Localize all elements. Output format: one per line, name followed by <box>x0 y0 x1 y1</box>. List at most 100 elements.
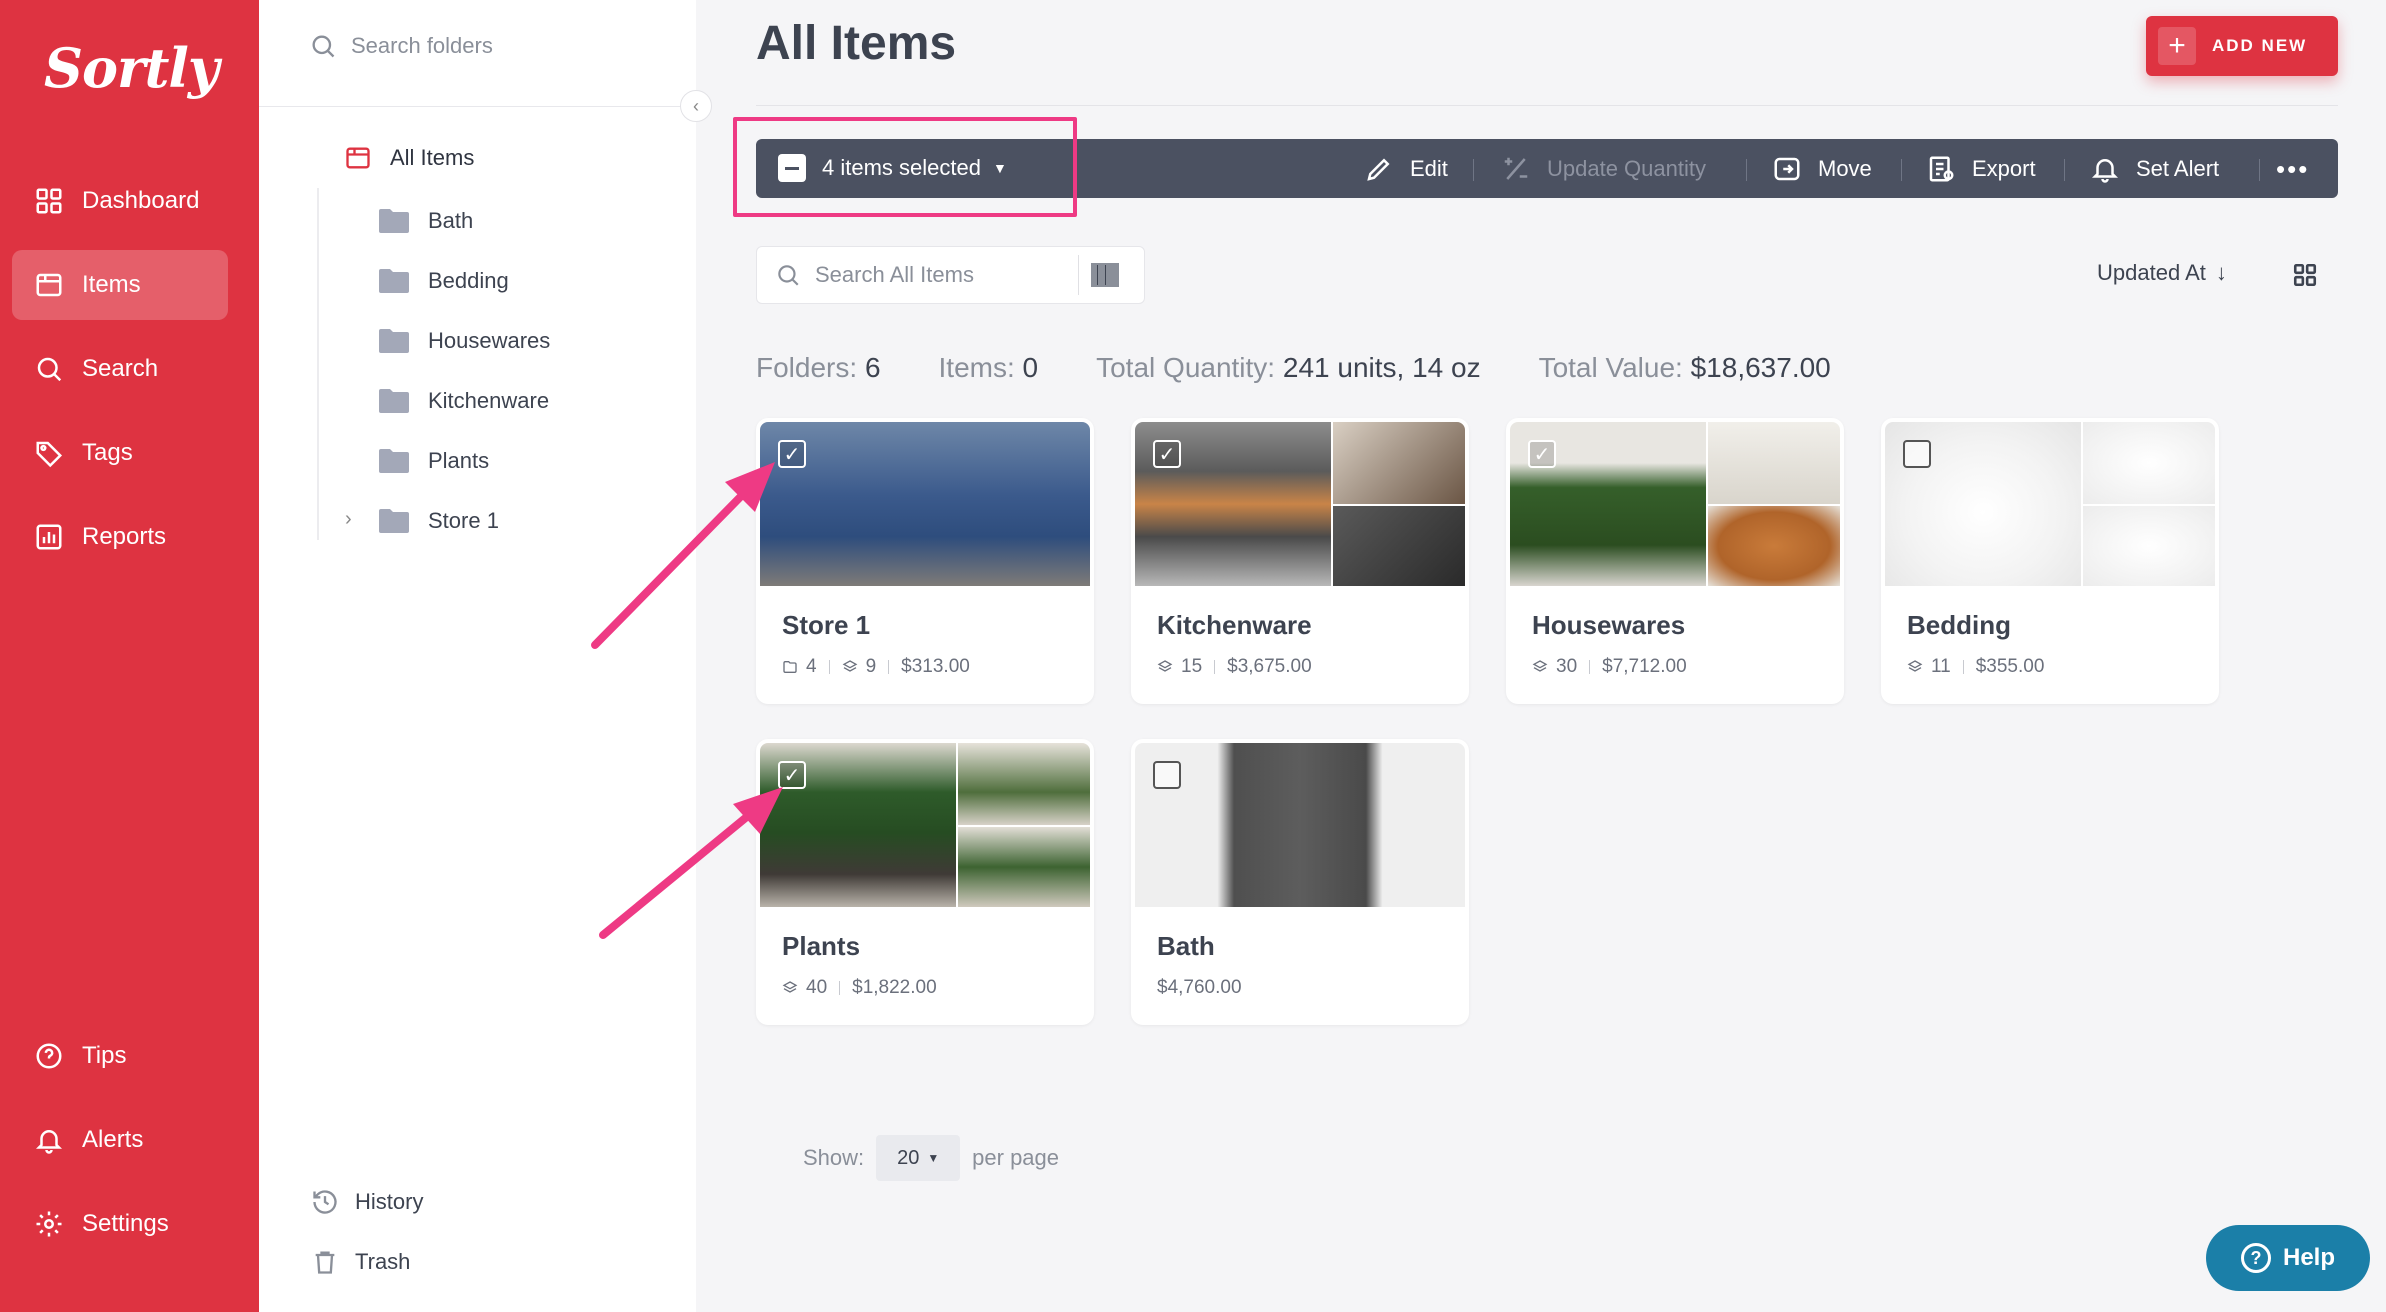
card-checkbox[interactable]: ✓ <box>1528 440 1556 468</box>
inventory-summary: Folders: 6 Items: 0 Total Quantity: 241 … <box>756 352 1889 384</box>
set-alert-button[interactable]: Set Alert <box>2090 153 2219 185</box>
nav-alerts[interactable]: Alerts <box>12 1105 228 1175</box>
annotation-arrow <box>599 787 783 939</box>
folder-card-housewares[interactable]: ✓ Housewares 30 $7,712.00 <box>1506 418 1844 704</box>
card-checkbox[interactable] <box>1903 440 1931 468</box>
items-count: Items: 0 <box>938 352 1039 383</box>
card-checkbox[interactable]: ✓ <box>1153 440 1181 468</box>
nav-search[interactable]: Search <box>12 334 228 404</box>
export-button[interactable]: Export <box>1926 153 2036 185</box>
stack-icon <box>1907 660 1923 672</box>
nav-search-label: Search <box>82 355 159 382</box>
folder-card-kitchenware[interactable]: ✓ Kitchenware 15 $3,675.00 <box>1131 418 1469 704</box>
nav-settings[interactable]: Settings <box>12 1189 228 1259</box>
barcode-scan-button[interactable] <box>1078 255 1144 295</box>
sort-dropdown[interactable]: Updated At ↓ <box>2097 260 2227 286</box>
export-label: Export <box>1972 156 2036 181</box>
folder-card-store-1[interactable]: ✓ Store 1 4 9 $313.00 <box>756 418 1094 704</box>
trash-icon <box>315 1251 335 1274</box>
gear-icon <box>34 1209 64 1239</box>
help-label: Help <box>2282 1244 2335 1271</box>
folder-store-1[interactable]: Store 1 <box>378 508 499 534</box>
folder-icon <box>378 508 410 534</box>
more-options-icon[interactable]: ••• <box>2276 153 2309 185</box>
folder-label: Housewares <box>428 328 551 353</box>
show-label: Show: <box>803 1145 865 1170</box>
add-new-button[interactable]: + ADD NEW <box>2146 16 2338 76</box>
folder-label: Kitchenware <box>428 388 550 413</box>
folder-label: Bath <box>428 208 474 233</box>
collapse-panel-button[interactable]: ‹ <box>680 90 712 122</box>
sortly-logo[interactable]: Sortly <box>44 36 219 100</box>
move-label: Move <box>1818 156 1872 181</box>
move-button[interactable]: Move <box>1772 153 1872 185</box>
folder-thumbnail <box>760 743 1090 907</box>
folder-kitchenware[interactable]: Kitchenware <box>378 388 549 414</box>
folder-all-items[interactable]: All Items <box>344 144 474 172</box>
folder-icon <box>378 268 410 294</box>
folder-housewares[interactable]: Housewares <box>378 328 550 354</box>
card-meta: $4,760.00 <box>1157 977 1242 999</box>
card-meta: 15 $3,675.00 <box>1157 656 1312 678</box>
card-value: $1,822.00 <box>852 977 937 998</box>
search-icon <box>312 35 335 58</box>
folder-icon <box>378 328 410 354</box>
edit-button[interactable]: Edit <box>1364 153 1448 185</box>
nav-dashboard[interactable]: Dashboard <box>12 166 228 236</box>
total-quantity: Total Quantity: 241 units, 14 oz <box>1096 352 1481 383</box>
pencil-icon <box>1367 158 1390 181</box>
separator <box>1473 159 1474 181</box>
chevron-left-icon: ‹ <box>693 95 699 116</box>
update-quantity-label: Update Quantity <box>1547 156 1706 181</box>
update-quantity-button[interactable]: Update Quantity <box>1501 153 1706 185</box>
total-value: Total Value: $18,637.00 <box>1538 352 1831 383</box>
bell-icon <box>2091 159 2119 183</box>
item-search-input[interactable] <box>815 262 1065 288</box>
nav-reports[interactable]: Reports <box>12 502 228 572</box>
nav-tags[interactable]: Tags <box>12 418 228 488</box>
folder-search[interactable] <box>309 26 669 66</box>
tag-icon <box>34 438 64 468</box>
card-meta: 4 9 $313.00 <box>782 656 970 678</box>
trash-label: Trash <box>355 1249 411 1274</box>
history-label: History <box>355 1189 424 1214</box>
help-button[interactable]: ? Help <box>2206 1225 2370 1291</box>
grid-view-icon[interactable] <box>2292 262 2318 288</box>
stack-icon <box>782 981 798 993</box>
all-items-icon <box>346 147 370 169</box>
card-value: $355.00 <box>1975 656 2045 677</box>
add-new-label: ADD NEW <box>2212 36 2308 55</box>
folder-card-bedding[interactable]: Bedding 11 $355.00 <box>1881 418 2219 704</box>
page-size-select[interactable]: 20 ▼ <box>876 1135 961 1181</box>
page-title: All Items <box>756 17 957 70</box>
card-value: $7,712.00 <box>1602 656 1687 677</box>
folder-search-input[interactable] <box>351 33 651 59</box>
folder-plants[interactable]: Plants <box>378 448 489 474</box>
annotation-arrow <box>591 462 775 649</box>
trash-link[interactable]: Trash <box>311 1248 410 1276</box>
folder-icon <box>378 448 410 474</box>
nav-items[interactable]: Items <box>12 250 228 320</box>
folders-count: Folders: 6 <box>756 352 881 383</box>
expand-chevron-icon[interactable]: › <box>345 508 352 531</box>
items-icon <box>34 270 64 300</box>
arrow-down-icon: ↓ <box>2215 260 2227 285</box>
folder-card-bath[interactable]: Bath $4,760.00 <box>1131 739 1469 1025</box>
nav-dashboard-label: Dashboard <box>82 187 200 214</box>
separator <box>2259 159 2260 181</box>
divider <box>259 106 696 107</box>
nav-tips[interactable]: Tips <box>12 1021 228 1091</box>
folder-bedding[interactable]: Bedding <box>378 268 509 294</box>
card-checkbox[interactable] <box>1153 761 1181 789</box>
history-link[interactable]: History <box>311 1188 423 1216</box>
item-search[interactable] <box>756 246 1145 304</box>
barcode-icon <box>1090 263 1119 287</box>
card-value: $3,675.00 <box>1227 656 1312 677</box>
stack-icon <box>842 660 857 672</box>
card-value: $313.00 <box>901 656 970 677</box>
tree-line <box>317 188 319 540</box>
folder-bath[interactable]: Bath <box>378 208 473 234</box>
annotation-highlight-box <box>733 117 1077 217</box>
card-title: Bath <box>1157 931 1215 961</box>
search-icon <box>778 265 799 286</box>
